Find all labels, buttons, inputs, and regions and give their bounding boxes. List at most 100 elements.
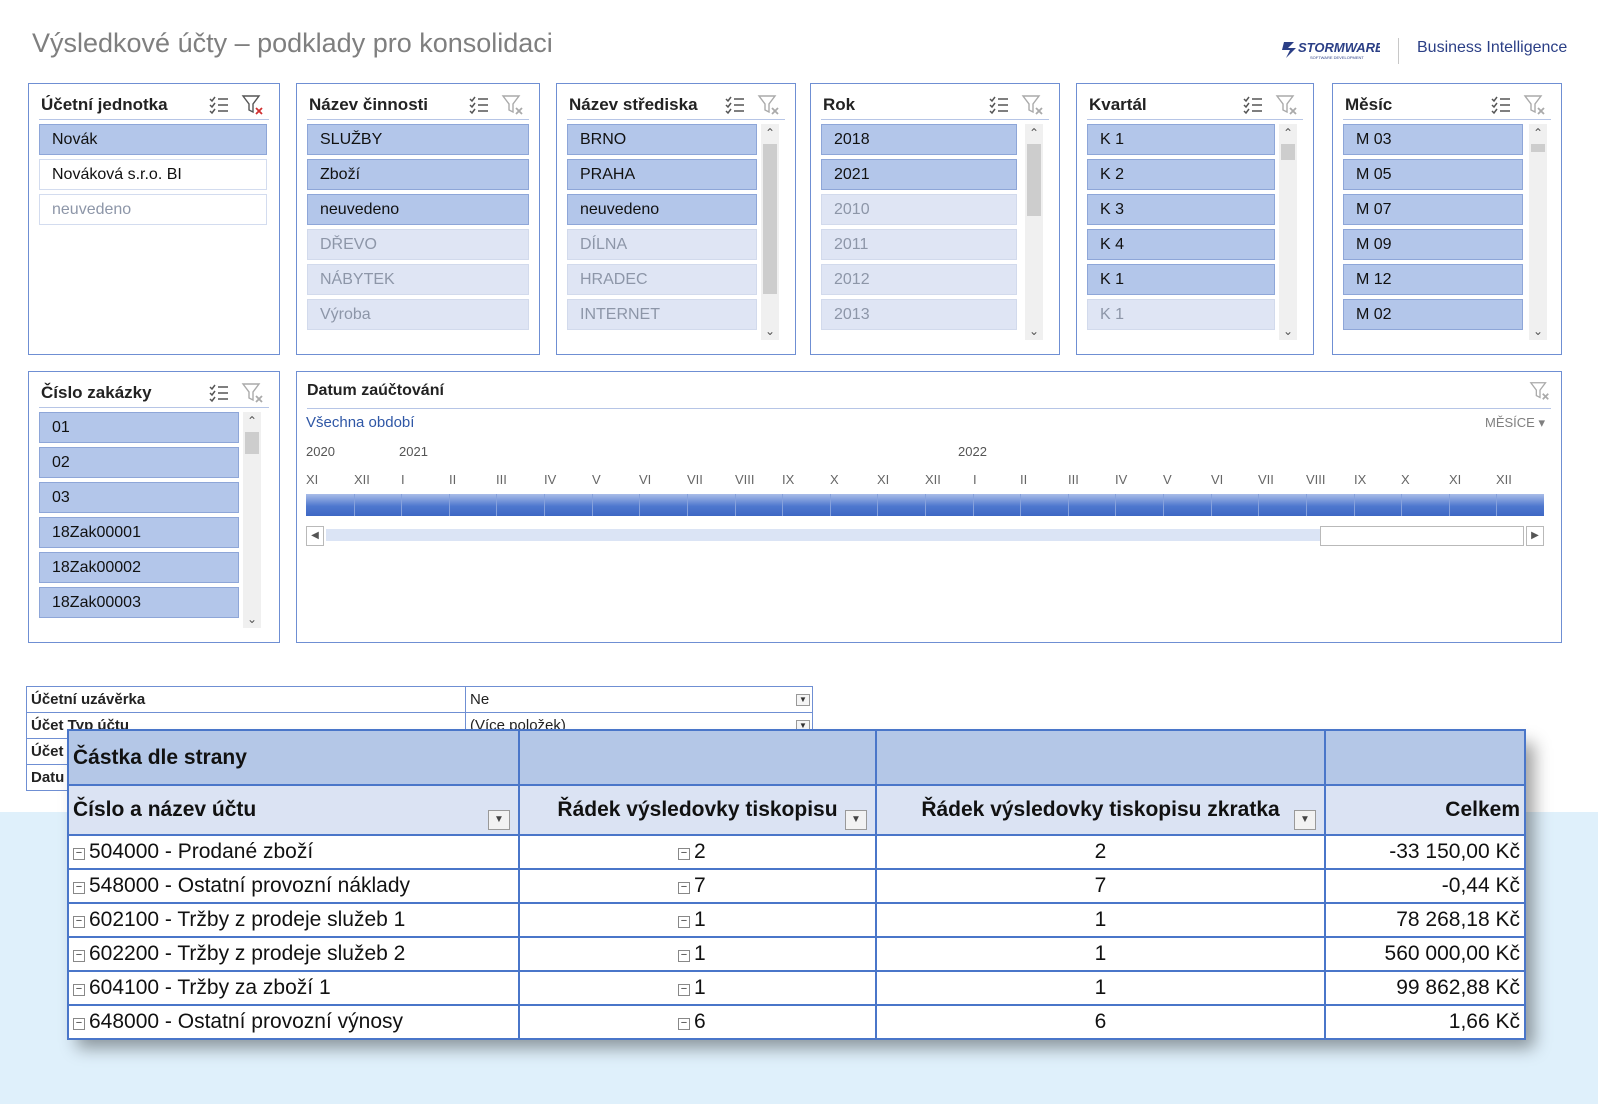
slicer-item[interactable]: Nováková s.r.o. BI xyxy=(39,159,267,190)
filter-dropdown-icon[interactable]: ▼ xyxy=(488,810,510,830)
clear-filter-icon[interactable] xyxy=(241,381,265,405)
clear-filter-icon[interactable] xyxy=(1275,93,1299,117)
pivot-col-header-account[interactable]: Číslo a název účtu ▼ xyxy=(67,784,520,836)
clear-filter-icon[interactable] xyxy=(1021,93,1045,117)
slicer-item[interactable]: 03 xyxy=(39,482,239,513)
slicer-scrollbar[interactable]: ⌃ ⌄ xyxy=(1529,124,1547,340)
multi-select-icon[interactable] xyxy=(1241,93,1265,117)
scroll-up-icon[interactable]: ⌃ xyxy=(1279,124,1297,142)
timeline-bar[interactable] xyxy=(306,494,1544,516)
scroll-thumb[interactable] xyxy=(763,144,777,294)
slicer-item[interactable]: K 1 xyxy=(1087,264,1275,295)
scroll-up-icon[interactable]: ⌃ xyxy=(1529,124,1547,142)
slicer-item[interactable]: 18Zak00002 xyxy=(39,552,239,583)
collapse-icon[interactable]: − xyxy=(678,1018,690,1030)
filter-dropdown-icon[interactable]: ▼ xyxy=(845,810,867,830)
collapse-icon[interactable]: − xyxy=(73,848,85,860)
collapse-icon[interactable]: − xyxy=(73,882,85,894)
multi-select-icon[interactable] xyxy=(467,93,491,117)
slicer-item[interactable]: neuvedeno xyxy=(567,194,757,225)
pivot-col-header-short[interactable]: Řádek výsledovky tiskopisu zkratka ▼ xyxy=(875,784,1326,836)
scroll-thumb[interactable] xyxy=(1027,144,1041,216)
timeline-level-dropdown[interactable]: MĚSÍCE ▾ xyxy=(1485,415,1545,431)
slicer-item[interactable]: M 05 xyxy=(1343,159,1523,190)
slicer-item[interactable]: NÁBYTEK xyxy=(307,264,529,295)
slicer-item[interactable]: 18Zak00001 xyxy=(39,517,239,548)
scroll-up-icon[interactable]: ⌃ xyxy=(1025,124,1043,142)
slicer-item[interactable]: SLUŽBY xyxy=(307,124,529,155)
collapse-icon[interactable]: − xyxy=(73,1018,85,1030)
slicer-item[interactable]: Zboží xyxy=(307,159,529,190)
slicer-scrollbar[interactable]: ⌃ ⌄ xyxy=(761,124,779,340)
slicer-item[interactable]: K 1 xyxy=(1087,124,1275,155)
slicer-item[interactable]: DÍLNA xyxy=(567,229,757,260)
filter-dropdown-icon[interactable]: ▼ xyxy=(1294,810,1316,830)
slicer-item[interactable]: HRADEC xyxy=(567,264,757,295)
slicer-item[interactable]: INTERNET xyxy=(567,299,757,330)
scroll-down-icon[interactable]: ⌄ xyxy=(761,322,779,340)
scroll-down-icon[interactable]: ⌄ xyxy=(1025,322,1043,340)
collapse-icon[interactable]: − xyxy=(73,984,85,996)
slicer-item[interactable]: DŘEVO xyxy=(307,229,529,260)
collapse-icon[interactable]: − xyxy=(73,916,85,928)
multi-select-icon[interactable] xyxy=(1489,93,1513,117)
scroll-down-icon[interactable]: ⌄ xyxy=(1279,322,1297,340)
slicer-scrollbar[interactable]: ⌃ ⌄ xyxy=(1279,124,1297,340)
clear-filter-icon[interactable] xyxy=(1529,380,1551,402)
multi-select-icon[interactable] xyxy=(207,93,231,117)
slicer-item[interactable]: M 03 xyxy=(1343,124,1523,155)
scroll-thumb[interactable] xyxy=(1281,144,1295,160)
slicer-item[interactable]: K 2 xyxy=(1087,159,1275,190)
slicer-item[interactable]: neuvedeno xyxy=(307,194,529,225)
scroll-up-icon[interactable]: ⌃ xyxy=(761,124,779,142)
slicer-item[interactable]: 2010 xyxy=(821,194,1017,225)
slicer-scrollbar[interactable]: ⌃ ⌄ xyxy=(243,412,261,628)
scroll-up-icon[interactable]: ⌃ xyxy=(243,412,261,430)
slicer-item[interactable]: 2012 xyxy=(821,264,1017,295)
slicer-item[interactable]: Výroba xyxy=(307,299,529,330)
slicer-item[interactable]: K 3 xyxy=(1087,194,1275,225)
multi-select-icon[interactable] xyxy=(207,381,231,405)
collapse-icon[interactable]: − xyxy=(678,848,690,860)
multi-select-icon[interactable] xyxy=(987,93,1011,117)
slicer-item[interactable]: 2018 xyxy=(821,124,1017,155)
slicer-item[interactable]: PRAHA xyxy=(567,159,757,190)
scroll-right-icon[interactable]: ▶ xyxy=(1526,526,1544,546)
slicer-item[interactable]: 2011 xyxy=(821,229,1017,260)
clear-filter-icon[interactable] xyxy=(241,93,265,117)
scroll-down-icon[interactable]: ⌄ xyxy=(243,610,261,628)
clear-filter-icon[interactable] xyxy=(501,93,525,117)
slicer-item[interactable]: M 09 xyxy=(1343,229,1523,260)
multi-select-icon[interactable] xyxy=(723,93,747,117)
slicer-item[interactable]: Novák xyxy=(39,124,267,155)
collapse-icon[interactable]: − xyxy=(73,950,85,962)
slicer-item[interactable]: M 12 xyxy=(1343,264,1523,295)
pivot-col-header-line[interactable]: Řádek výsledovky tiskopisu ▼ xyxy=(518,784,877,836)
scroll-left-icon[interactable]: ◀ xyxy=(306,526,324,546)
scroll-thumb[interactable] xyxy=(1531,144,1545,152)
slicer-item[interactable]: K 1 xyxy=(1087,299,1275,330)
clear-filter-icon[interactable] xyxy=(757,93,781,117)
collapse-icon[interactable]: − xyxy=(678,984,690,996)
slicer-item[interactable]: 18Zak00003 xyxy=(39,587,239,618)
collapse-icon[interactable]: − xyxy=(678,950,690,962)
collapse-icon[interactable]: − xyxy=(678,882,690,894)
timeline-scrollbar[interactable]: ◀ ▶ xyxy=(306,526,1544,546)
slicer-item[interactable]: M 02 xyxy=(1343,299,1523,330)
slicer-item[interactable]: 2021 xyxy=(821,159,1017,190)
timeline-scroll-thumb[interactable] xyxy=(1320,526,1524,546)
scroll-down-icon[interactable]: ⌄ xyxy=(1529,322,1547,340)
clear-filter-icon[interactable] xyxy=(1523,93,1547,117)
slicer-item[interactable]: K 4 xyxy=(1087,229,1275,260)
scroll-thumb[interactable] xyxy=(245,432,259,454)
collapse-icon[interactable]: − xyxy=(678,916,690,928)
slicer-item[interactable]: 01 xyxy=(39,412,239,443)
filter-dropdown-icon[interactable]: ▼ xyxy=(796,694,810,706)
slicer-item[interactable]: 2013 xyxy=(821,299,1017,330)
slicer-item[interactable]: neuvedeno xyxy=(39,194,267,225)
slicer-scrollbar[interactable]: ⌃ ⌄ xyxy=(1025,124,1043,340)
slicer-item[interactable]: 02 xyxy=(39,447,239,478)
slicer-item[interactable]: M 07 xyxy=(1343,194,1523,225)
slicer-item[interactable]: BRNO xyxy=(567,124,757,155)
filter-value-cell[interactable]: Ne ▼ xyxy=(465,686,813,713)
